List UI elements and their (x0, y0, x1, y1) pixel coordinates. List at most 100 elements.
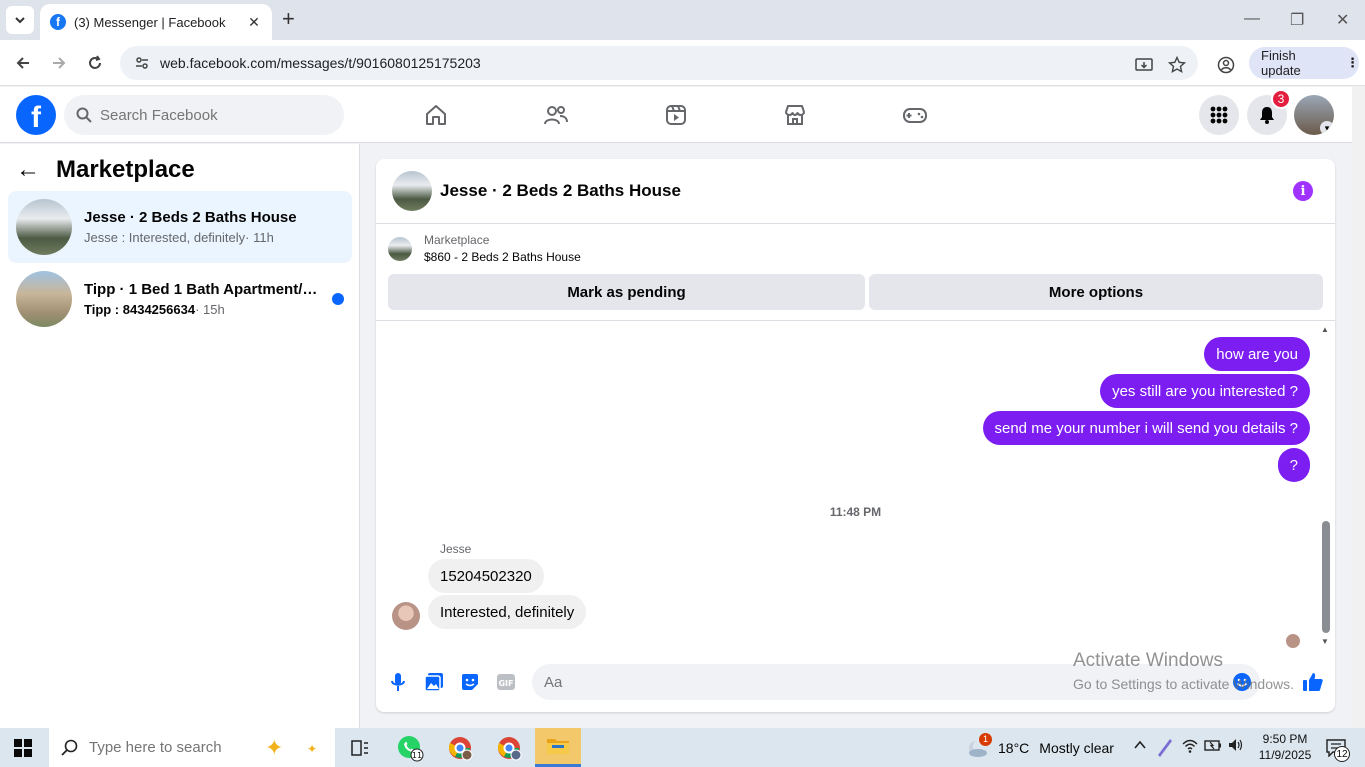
header-divider (376, 320, 1335, 321)
microphone-icon[interactable] (387, 671, 409, 693)
site-settings-icon[interactable] (134, 55, 150, 71)
like-thumbs-up-icon[interactable] (1302, 671, 1324, 693)
gaming-nav-icon[interactable] (901, 101, 929, 129)
facebook-logo-icon[interactable]: f (16, 95, 56, 135)
network-icon[interactable] (1182, 738, 1198, 757)
listing-source-label: Marketplace (424, 233, 490, 247)
conversation-item-jesse[interactable]: Jesse · 2 Beds 2 Baths House Jesse : Int… (8, 191, 352, 263)
browser-tab-bar: f (3) Messenger | Facebook ✕ + — ❐ ✕ (0, 0, 1365, 40)
task-view-icon[interactable] (340, 732, 380, 764)
sparkle-icon: ✦ (265, 735, 284, 760)
show-hidden-icons-chevron-up-icon[interactable] (1133, 738, 1147, 755)
svg-text:11: 11 (412, 751, 422, 760)
account-avatar[interactable]: ▾ (1294, 95, 1334, 135)
conversation-item-tipp[interactable]: Tipp · 1 Bed 1 Bath Apartment/co... Tipp… (8, 263, 352, 335)
page-scrollbar[interactable] (1352, 87, 1365, 728)
chat-listing-thumbnail[interactable] (392, 171, 432, 211)
url-omnibox[interactable]: web.facebook.com/messages/t/901608012517… (120, 46, 1198, 80)
reload-icon (89, 55, 101, 69)
emoji-icon[interactable] (1232, 672, 1252, 692)
chevron-down-icon (15, 17, 25, 24)
clock-date: 11/9/2025 (1258, 748, 1312, 762)
search-icon (76, 107, 92, 123)
chrome-profile-taskbar-icon[interactable] (440, 732, 480, 764)
finish-update-button[interactable]: Finish update ⋮ (1249, 47, 1359, 79)
sparkle-small-icon: ✦ (307, 742, 318, 756)
back-arrow-icon[interactable]: ← (16, 156, 40, 184)
new-tab-button[interactable]: + (282, 8, 295, 30)
more-options-button[interactable]: More options (869, 274, 1323, 310)
svg-text:GIF: GIF (498, 679, 513, 688)
back-button[interactable] (12, 52, 34, 74)
scroll-up-icon[interactable]: ▲ (1321, 325, 1329, 334)
scroll-down-icon[interactable]: ▼ (1321, 637, 1329, 646)
sender-avatar[interactable] (392, 602, 420, 630)
weather-temperature: 18°C (998, 739, 1030, 756)
taskbar-search-input[interactable] (89, 739, 259, 756)
grid-menu-icon (1210, 106, 1228, 124)
reload-button[interactable] (84, 52, 106, 74)
mark-as-pending-button[interactable]: Mark as pending (388, 274, 865, 310)
outgoing-message[interactable]: yes still are you interested ? (1100, 374, 1310, 408)
system-clock[interactable]: 9:50 PM 11/9/2025 (1250, 731, 1320, 763)
bell-icon (1260, 107, 1274, 124)
unread-dot (332, 293, 344, 305)
minimize-icon[interactable]: — (1244, 10, 1260, 28)
browser-tab-messenger[interactable]: f (3) Messenger | Facebook ✕ (40, 4, 272, 40)
forward-button[interactable] (48, 52, 70, 74)
gif-icon[interactable]: GIF (495, 671, 517, 693)
weather-description: Mostly clear (1039, 739, 1114, 756)
install-app-icon[interactable] (1135, 54, 1153, 76)
arrow-right-icon (53, 57, 66, 69)
taskbar-search-box[interactable]: ✦ ✦ (49, 728, 335, 767)
pen-tray-icon[interactable] (1156, 735, 1174, 760)
tab-title: (3) Messenger | Facebook (74, 14, 226, 30)
sticker-icon[interactable] (459, 671, 481, 693)
menu-grid-button[interactable] (1199, 95, 1239, 135)
time-separator: 11:48 PM (829, 505, 882, 519)
message-composer: GIF (376, 659, 1335, 707)
message-input-box[interactable] (532, 664, 1260, 700)
restore-icon[interactable]: ❐ (1290, 10, 1304, 30)
facebook-header: f (0, 87, 1352, 143)
chrome-taskbar-icon[interactable] (489, 732, 529, 764)
volume-icon[interactable] (1228, 738, 1244, 755)
photo-icon[interactable] (423, 671, 445, 693)
windows-start-icon[interactable] (14, 739, 32, 757)
incoming-message[interactable]: Interested, definitely (428, 595, 587, 629)
address-bar-row: web.facebook.com/messages/t/901608012517… (0, 40, 1365, 86)
whatsapp-taskbar-icon[interactable]: 11 (390, 732, 430, 764)
weather-alert-badge: 1 (979, 732, 992, 746)
close-window-icon[interactable]: ✕ (1336, 10, 1349, 30)
scrollbar-thumb[interactable] (1322, 521, 1330, 633)
close-tab-icon[interactable]: ✕ (246, 14, 262, 31)
listing-summary[interactable]: Marketplace $860 - 2 Beds 2 Baths House (388, 233, 581, 264)
bookmark-star-icon[interactable] (1168, 54, 1186, 76)
chat-header: Jesse · 2 Beds 2 Baths House i (376, 159, 1335, 224)
video-nav-icon[interactable] (662, 101, 690, 129)
conversation-preview: Jesse : Interested, definitely· 11h (84, 230, 274, 245)
outgoing-message[interactable]: send me your number i will send you deta… (982, 411, 1310, 445)
facebook-search-input[interactable] (100, 106, 320, 124)
chat-title[interactable]: Jesse · 2 Beds 2 Baths House (440, 181, 681, 201)
listing-small-thumbnail (388, 236, 412, 261)
file-explorer-taskbar-icon[interactable] (535, 728, 581, 767)
profile-icon[interactable] (1217, 54, 1235, 76)
weather-widget[interactable]: 1 18°C Mostly clear (966, 728, 1114, 767)
message-input[interactable] (544, 673, 1224, 691)
sidebar-title: Marketplace (56, 156, 195, 183)
friends-nav-icon[interactable] (542, 101, 570, 129)
seen-indicator-avatar (1286, 634, 1300, 648)
outgoing-message[interactable]: how are you (1204, 337, 1310, 371)
tab-search-button[interactable] (6, 6, 34, 34)
incoming-message[interactable]: 15204502320 (428, 559, 544, 593)
action-center-button[interactable]: 12 (1322, 736, 1350, 762)
marketplace-nav-icon[interactable] (781, 101, 809, 129)
arrow-left-icon (16, 57, 29, 69)
chat-scrollbar[interactable]: ▲ ▼ (1320, 325, 1332, 651)
battery-icon[interactable] (1204, 738, 1222, 755)
outgoing-message[interactable]: ? (1277, 448, 1310, 482)
info-icon[interactable]: i (1293, 181, 1313, 201)
facebook-search-box[interactable] (64, 95, 344, 135)
home-nav-icon[interactable] (422, 101, 450, 129)
